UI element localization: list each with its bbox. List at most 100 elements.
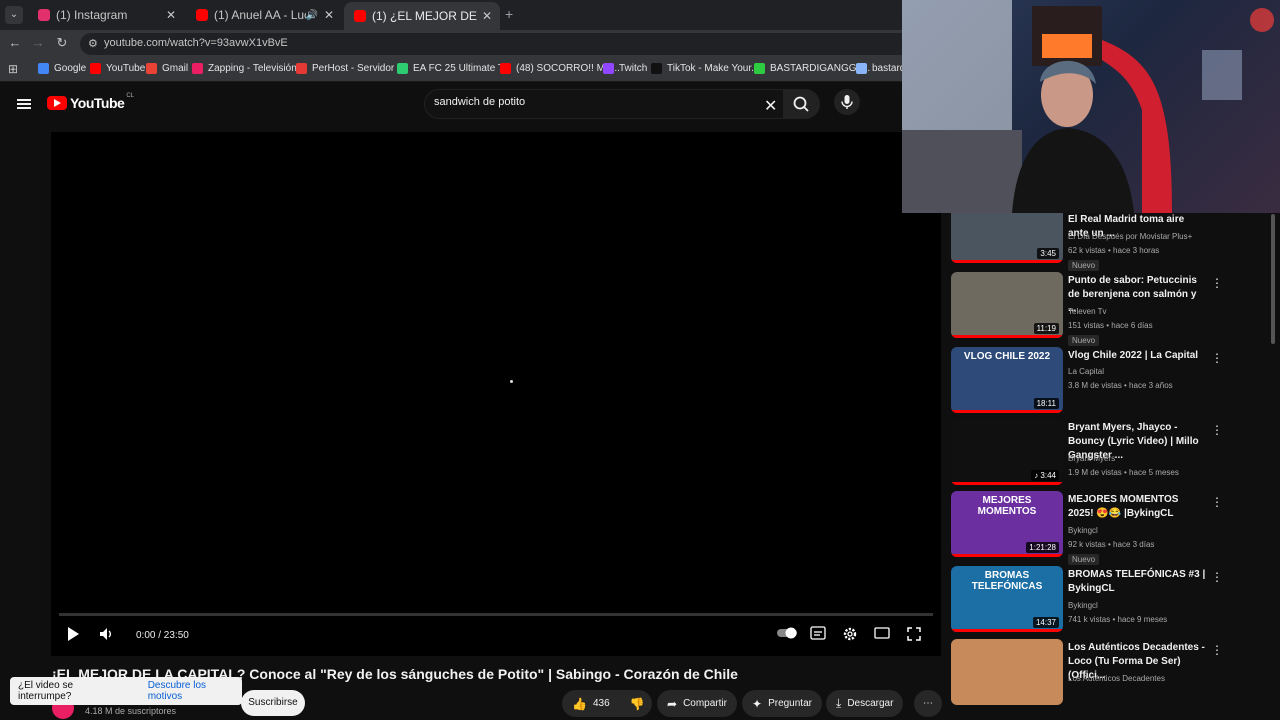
fullscreen-icon[interactable] [906,626,922,642]
like-dislike-group: 👍 436 👎 [562,690,652,717]
video-thumbnail[interactable]: VLOG CHILE 2022 18:11 [951,347,1063,413]
learn-why-link[interactable]: Descubre los motivos [148,680,242,702]
search-button[interactable] [784,89,820,119]
sidebar-scrollbar[interactable] [1271,214,1275,344]
bookmark-item[interactable]: TikTok - Make Your... [651,63,759,74]
bookmark-favicon-icon [146,63,157,74]
tab-anuel[interactable]: (1) Anuel AA - Luces Tenues 🔊 ✕ [186,3,342,27]
bookmark-label: EA FC 25 Ultimate T... [413,63,512,74]
autoplay-toggle-icon[interactable] [776,626,798,640]
watched-progress-bar [951,629,1063,632]
youtube-favicon-icon [196,9,208,21]
more-actions-button[interactable]: ⋯ [914,690,942,717]
bookmark-item[interactable]: (48) SOCORRO!! ME... [500,63,620,74]
settings-gear-icon[interactable] [842,626,858,642]
duration-badge: 1:21:28 [1026,542,1059,553]
recommendation-channel[interactable]: Bykingcl [1068,601,1098,610]
more-vertical-icon[interactable]: ⋮ [1211,570,1223,584]
site-info-icon[interactable]: ⚙ [88,37,98,50]
bookmark-favicon-icon [397,63,408,74]
subscribe-button[interactable]: Suscribirse [241,690,305,716]
bookmark-item[interactable]: Google [38,63,86,74]
play-icon[interactable] [66,626,80,642]
new-badge: Nuevo [1068,554,1100,565]
bookmark-item[interactable]: YouTube [90,63,145,74]
screen: { "browser": { "tabs": [ {"label": "(1) … [0,0,1280,720]
duration-badge: 3:45 [1037,248,1059,259]
url-text[interactable]: youtube.com/watch?v=93avwX1vBvE [104,37,288,49]
more-vertical-icon[interactable]: ⋮ [1211,276,1223,290]
bookmark-item[interactable]: Gmail [146,63,188,74]
bookmark-favicon-icon [90,63,101,74]
reload-icon[interactable]: ↻ [53,35,71,51]
recommendation-channel[interactable]: El Día Después por Movistar Plus+ [1068,232,1192,241]
recommendation-title[interactable]: MEJORES MOMENTOS 2025! 😍😂 |BykingCL [1068,493,1206,521]
recommendation-channel[interactable]: La Capital [1068,367,1104,376]
bookmark-item[interactable]: PerHost - Servidor I... [296,63,408,74]
thumbnail-text: BROMAS TELEFÓNICAS [971,570,1043,592]
bookmark-item[interactable]: Zapping - Televisión... [192,63,305,74]
more-vertical-icon[interactable]: ⋮ [1211,643,1223,657]
subtitles-icon[interactable] [810,626,826,640]
video-player[interactable]: 0:00 / 23:50 [51,132,941,656]
duration-badge: 11:19 [1033,323,1059,334]
ask-button[interactable]: ✦ Preguntar [742,690,822,717]
search-input[interactable] [434,96,734,108]
tab-label: (1) Instagram [56,8,128,22]
hamburger-menu-icon[interactable] [17,99,31,109]
video-thumbnail[interactable] [951,639,1063,705]
tab-close-icon[interactable]: ✕ [164,8,178,22]
video-thumbnail[interactable]: MEJORES MOMENTOS 1:21:28 [951,491,1063,557]
recommendation-channel[interactable]: Bykingcl [1068,526,1098,535]
audio-playing-icon[interactable]: 🔊 [306,10,318,21]
duration-badge: ♪ 3:44 [1031,470,1059,481]
time-display: 0:00 / 23:50 [136,630,189,641]
recommendation-channel[interactable]: Los Auténticos Decadentes [1068,674,1165,683]
new-badge: Nuevo [1068,260,1100,271]
tab-close-icon[interactable]: ✕ [322,8,336,22]
tab-close-icon[interactable]: ✕ [480,9,494,23]
new-tab-button[interactable]: + [505,6,513,22]
tab-current-video[interactable]: (1) ¿EL MEJOR DE LA CAPITAL? ✕ [344,2,500,30]
like-count[interactable]: 436 [593,698,610,709]
recommendation-title[interactable]: BROMAS TELEFÓNICAS #3 | BykingCL [1068,568,1206,596]
recommendation-meta: 62 k vistas • hace 3 horas [1068,246,1160,255]
video-thumbnail[interactable]: ♪ 3:44 [951,419,1063,485]
watched-progress-bar [951,335,1063,338]
video-thumbnail[interactable]: 11:19 [951,272,1063,338]
recommendation-meta: 3.8 M de vistas • hace 3 años [1068,381,1173,390]
bookmark-item[interactable]: EA FC 25 Ultimate T... [397,63,511,74]
recommendation-channel[interactable]: Televen Tv [1068,307,1107,316]
bookmark-favicon-icon [754,63,765,74]
video-progress-bar[interactable] [59,613,933,616]
youtube-logo[interactable]: YouTube CL [47,93,134,111]
bookmark-item[interactable]: BASTARDIGANGG |... [754,63,870,74]
download-button[interactable]: ⤓ Descargar [826,690,904,717]
recommendation-channel[interactable]: Bryant Myers [1068,454,1115,463]
dislike-icon[interactable]: 👎 [630,697,645,711]
watched-progress-bar [951,482,1063,485]
forward-icon[interactable]: → [29,35,47,50]
like-icon[interactable]: 👍 [572,697,587,711]
search-box[interactable]: ✕ [424,89,784,119]
microphone-icon [841,95,853,109]
recommendation-title[interactable]: Vlog Chile 2022 | La Capital [1068,349,1206,363]
share-button[interactable]: ➦ Compartir [657,690,737,717]
webcam-overlay [902,0,1280,213]
tab-instagram[interactable]: (1) Instagram ✕ [28,3,184,27]
tab-label: (1) ¿EL MEJOR DE LA CAPITAL? [372,9,480,23]
more-vertical-icon[interactable]: ⋮ [1211,423,1223,437]
more-vertical-icon[interactable]: ⋮ [1211,495,1223,509]
clear-search-icon[interactable]: ✕ [764,96,777,116]
apps-grid-icon[interactable]: ⊞ [8,63,20,75]
bookmark-item[interactable]: Twitch [603,63,647,74]
volume-icon[interactable] [98,626,114,642]
thumbnail-text: MEJORES MOMENTOS [977,495,1037,517]
back-icon[interactable]: ← [6,35,24,50]
theater-mode-icon[interactable] [874,626,890,640]
omnibox[interactable]: ⚙ youtube.com/watch?v=93avwX1vBvE [80,33,920,55]
more-vertical-icon[interactable]: ⋮ [1211,351,1223,365]
tab-search-button[interactable]: ⌄ [5,6,23,24]
voice-search-button[interactable] [834,89,860,115]
video-thumbnail[interactable]: BROMAS TELEFÓNICAS 14:37 [951,566,1063,632]
